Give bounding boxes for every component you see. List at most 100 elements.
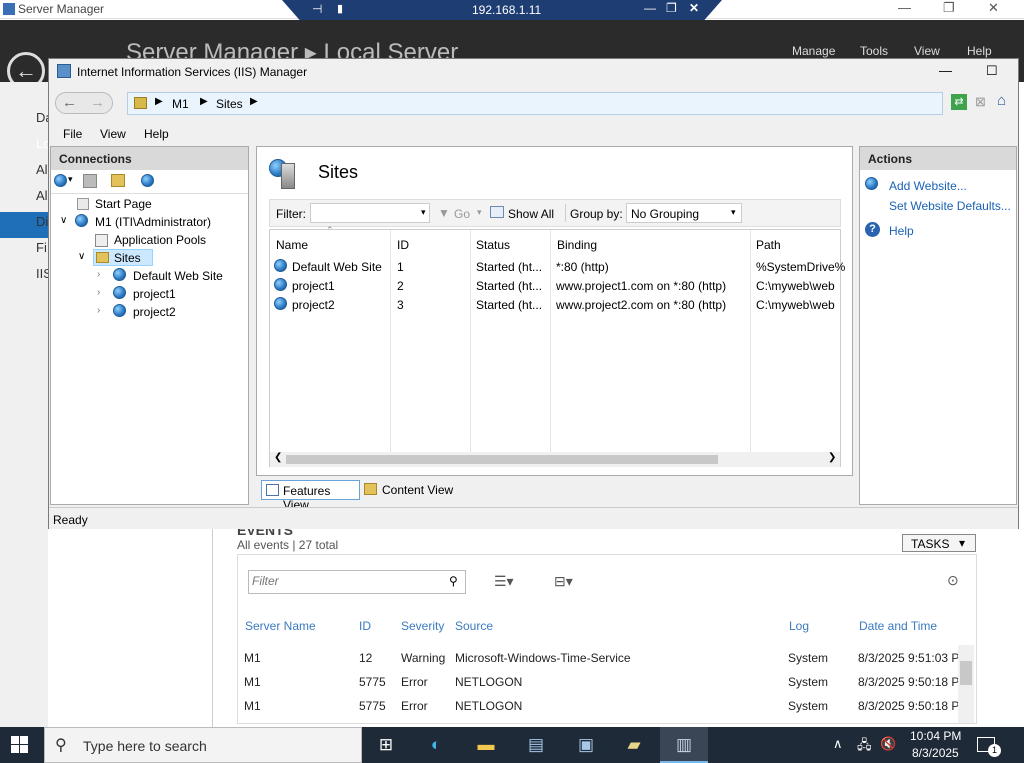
col-status[interactable]: Status <box>476 238 510 252</box>
expanded-icon[interactable]: ∨ <box>78 251 85 262</box>
tree-default-web-site[interactable]: Default Web Site <box>133 269 223 283</box>
address-bar[interactable]: ▶ M1 ▶ Sites ▶ <box>127 92 943 115</box>
col-severity[interactable]: Severity <box>401 619 444 633</box>
clock-time[interactable]: 10:04 PM <box>910 729 961 743</box>
col-date[interactable]: Date and Time <box>859 619 937 633</box>
show-all-button[interactable]: Show All <box>508 207 554 221</box>
task-view-icon[interactable]: ⊞ <box>374 733 398 757</box>
refresh-icon[interactable]: ⇄ <box>951 94 967 110</box>
computer-management-icon[interactable]: ▣ <box>574 733 598 757</box>
iis-minimize-icon[interactable]: — <box>939 63 952 78</box>
tree-start-page[interactable]: Start Page <box>95 197 152 211</box>
add-website-link[interactable]: Add Website... <box>889 179 967 193</box>
events-panel: EVENTS All events | 27 total TASKS ▾ ⚲ ☰… <box>212 522 1024 727</box>
menu-help[interactable]: Help <box>144 127 169 141</box>
sidebar-item-all[interactable]: Al <box>36 162 48 177</box>
help-link[interactable]: Help <box>889 224 914 238</box>
search-icon[interactable]: ⚲ <box>449 574 458 588</box>
col-log[interactable]: Log <box>789 619 809 633</box>
set-website-defaults-link[interactable]: Set Website Defaults... <box>889 199 1011 213</box>
network-icon[interactable]: 🖧 <box>857 736 872 758</box>
expand-icon[interactable]: ⊙ <box>947 572 959 589</box>
site-name[interactable]: project2 <box>292 298 335 312</box>
tasks-button[interactable]: TASKS ▾ <box>902 534 976 552</box>
col-server-name[interactable]: Server Name <box>245 619 316 633</box>
collapsed-icon[interactable]: › <box>97 269 100 280</box>
network-app-icon[interactable]: ▤ <box>524 733 548 757</box>
scroll-right-icon[interactable]: ❯ <box>828 452 836 463</box>
menu-help[interactable]: Help <box>967 44 992 58</box>
menu-file[interactable]: File <box>63 127 82 141</box>
site-name[interactable]: Default Web Site <box>292 260 382 274</box>
tree-app-pools[interactable]: Application Pools <box>114 233 206 247</box>
pin-icon[interactable]: ⊣ <box>312 2 322 16</box>
connect-dropdown-icon[interactable]: ▾ <box>68 174 73 185</box>
menu-view[interactable]: View <box>100 127 126 141</box>
col-path[interactable]: Path <box>756 238 781 252</box>
save-query-icon[interactable]: ⊟▾ <box>554 573 573 590</box>
home-icon[interactable]: ⌂ <box>997 92 1006 109</box>
volume-icon[interactable]: 🔇 <box>880 736 896 752</box>
features-view-tab[interactable]: Features View <box>261 480 360 512</box>
back-arrow-icon[interactable]: ← <box>62 94 77 111</box>
menu-manage[interactable]: Manage <box>792 44 835 58</box>
forward-arrow-icon[interactable]: → <box>90 94 105 111</box>
actions-panel: Actions Add Website... Set Website Defau… <box>859 146 1017 505</box>
file-explorer-icon[interactable]: ▬ <box>474 733 498 757</box>
chevron-up-icon[interactable]: ∧ <box>833 736 843 752</box>
disconnect-icon[interactable] <box>141 174 154 187</box>
events-scrollbar[interactable] <box>958 645 974 723</box>
rd-restore-icon[interactable]: ❐ <box>666 1 677 15</box>
col-id[interactable]: ID <box>397 238 409 252</box>
crumb-m1[interactable]: M1 <box>172 97 189 111</box>
up-folder-icon[interactable] <box>111 174 125 187</box>
menu-view[interactable]: View <box>914 44 940 58</box>
connect-icon[interactable] <box>54 174 67 187</box>
chevron-down-icon[interactable]: ▾ <box>477 207 482 218</box>
clock-date[interactable]: 8/3/2025 <box>912 746 959 760</box>
save-icon[interactable] <box>83 174 97 188</box>
col-name[interactable]: Name <box>276 238 308 252</box>
expanded-icon[interactable]: ∨ <box>60 215 67 226</box>
rd-minimize-icon[interactable]: — <box>644 1 656 15</box>
signal-icon: ▮ <box>337 3 344 15</box>
col-source[interactable]: Source <box>455 619 493 633</box>
crumb-sites[interactable]: Sites <box>216 97 243 111</box>
rd-close-icon[interactable]: ✕ <box>689 1 699 15</box>
server-manager-taskbar-button[interactable]: ▥ <box>660 727 708 763</box>
scrollbar-thumb[interactable] <box>286 455 718 464</box>
stop-icon[interactable]: ⊠ <box>975 94 986 110</box>
menu-tools[interactable]: Tools <box>860 44 888 58</box>
chevron-down-icon[interactable]: ▾ <box>421 207 426 218</box>
taskbar-search[interactable]: ⚲ Type here to search <box>44 727 362 763</box>
iis-maximize-icon[interactable]: ☐ <box>986 63 998 79</box>
close-icon[interactable]: ✕ <box>988 0 999 16</box>
tree-sites[interactable]: Sites <box>114 251 141 265</box>
tools-icon[interactable]: ▰ <box>622 733 646 757</box>
tree-project2[interactable]: project2 <box>133 305 176 319</box>
go-button[interactable]: Go <box>454 207 470 221</box>
site-name[interactable]: project1 <box>292 279 335 293</box>
events-filter-input[interactable] <box>249 571 439 591</box>
restore-icon[interactable]: ❐ <box>943 0 955 16</box>
edge-icon[interactable]: ◐ <box>424 733 448 757</box>
sidebar-item-file[interactable]: Fi <box>36 240 47 255</box>
sidebar-item-ad[interactable]: Al <box>36 188 48 203</box>
col-id[interactable]: ID <box>359 619 371 633</box>
filter-input[interactable]: ▾ <box>310 203 430 223</box>
scroll-left-icon[interactable]: ❮ <box>274 452 282 463</box>
list-options-icon[interactable]: ☰▾ <box>494 573 514 590</box>
tree-project1[interactable]: project1 <box>133 287 176 301</box>
col-binding[interactable]: Binding <box>557 238 597 252</box>
horizontal-scrollbar[interactable]: ❮ ❯ <box>270 452 840 467</box>
sidebar-item-dns[interactable]: Di <box>36 214 48 229</box>
collapsed-icon[interactable]: › <box>97 287 100 298</box>
tree-server[interactable]: M1 (ITI\Administrator) <box>95 215 211 229</box>
start-icon[interactable] <box>11 736 28 753</box>
minimize-icon[interactable]: — <box>898 0 911 15</box>
collapsed-icon[interactable]: › <box>97 305 100 316</box>
scrollbar-thumb[interactable] <box>960 661 972 685</box>
content-view-tab[interactable]: Content View <box>362 480 462 500</box>
events-filter-box[interactable]: ⚲ <box>248 570 466 594</box>
group-by-select[interactable]: No Grouping ▾ <box>626 203 742 223</box>
